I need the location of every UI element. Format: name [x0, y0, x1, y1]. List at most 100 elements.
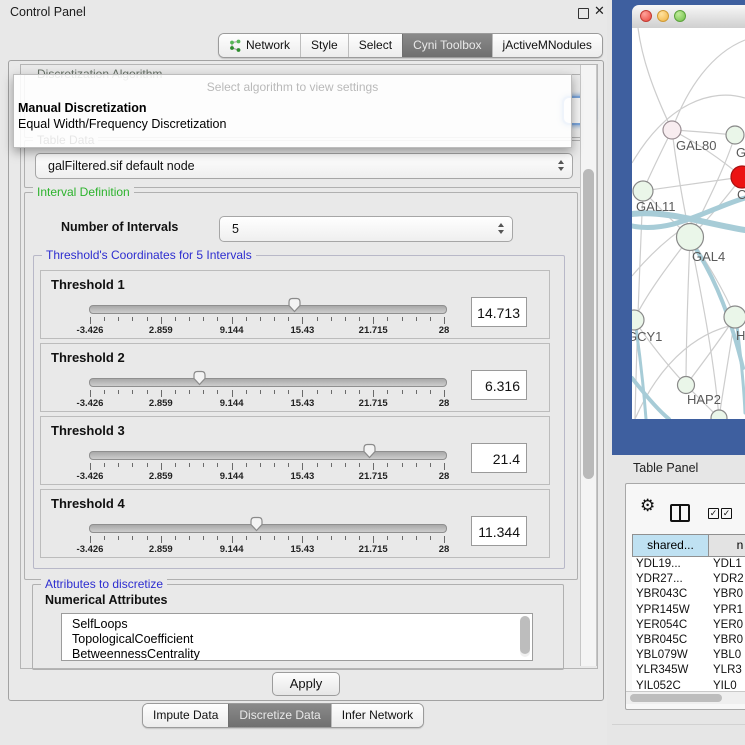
tick-mark	[246, 317, 247, 321]
tick-mark	[288, 390, 289, 394]
network-window-titlebar[interactable]	[632, 5, 745, 29]
tick-mark	[147, 463, 148, 467]
table-row[interactable]: YBL079WYBL0	[632, 648, 745, 663]
table-data-combobox[interactable]: galFiltered.sif default node	[35, 153, 573, 179]
threshold-slider-track[interactable]	[89, 305, 447, 314]
tick-mark	[402, 463, 403, 467]
threshold-value-field[interactable]: 21.4	[471, 443, 527, 473]
threshold-slider-thumb[interactable]	[249, 516, 264, 532]
tab-infer-network[interactable]: Infer Network	[331, 704, 423, 727]
divider	[612, 724, 745, 725]
tab-label: Style	[311, 34, 338, 57]
cell-shared-name: YBR043C	[632, 587, 709, 602]
table-row[interactable]: YPR145WYPR1	[632, 603, 745, 618]
cell-shared-name: YDL19...	[632, 557, 709, 572]
list-item[interactable]: TopologicalCoefficient	[62, 632, 532, 647]
tab-discretize-data[interactable]: Discretize Data	[228, 704, 330, 727]
apply-button[interactable]: Apply	[272, 672, 340, 696]
checkbox-icon[interactable]: ✓	[721, 508, 732, 519]
network-node[interactable]	[632, 310, 644, 330]
attributes-group-title: Attributes to discretize	[41, 577, 167, 591]
table-row[interactable]: YBR045CYBR0	[632, 633, 745, 648]
tab-network[interactable]: Network	[219, 34, 300, 57]
tick-mark	[118, 463, 119, 467]
tick-label: 9.144	[220, 398, 244, 409]
attributes-scrollbar[interactable]	[520, 616, 530, 657]
list-item[interactable]: BetweennessCentrality	[62, 647, 532, 661]
threshold-slider-track[interactable]	[89, 378, 447, 387]
checkbox-icon[interactable]: ✓	[708, 508, 719, 519]
table-row[interactable]: YIL052CYIL0	[632, 679, 745, 692]
dropdown-option[interactable]: Equal Width/Frequency Discretization	[14, 116, 571, 132]
network-node[interactable]	[678, 377, 695, 394]
table-row[interactable]: YBR043CYBR0	[632, 587, 745, 602]
threshold-slider-track[interactable]	[89, 524, 447, 533]
number-of-intervals-combobox[interactable]: 5	[219, 216, 513, 242]
tick-mark	[359, 463, 360, 467]
table-row[interactable]: YER054CYER0	[632, 618, 745, 633]
tick-mark	[331, 536, 332, 540]
number-of-intervals-value: 5	[232, 222, 239, 236]
network-tab-icon	[229, 39, 242, 52]
zoom-traffic-light[interactable]	[674, 10, 686, 22]
table-hscrollbar-thumb[interactable]	[630, 694, 722, 702]
tick-mark	[189, 536, 190, 540]
network-canvas[interactable]: GAL80GACGAL11GAL4GCY1HHAP2	[632, 28, 745, 419]
table-hscrollbar[interactable]	[626, 691, 745, 704]
tick-mark	[444, 390, 445, 397]
settings-scrollbar[interactable]	[580, 65, 597, 666]
tab-impute-data[interactable]: Impute Data	[143, 704, 228, 727]
tick-mark	[345, 463, 346, 467]
threshold-slider-thumb[interactable]	[362, 443, 377, 459]
settings-scrollbar-thumb[interactable]	[583, 169, 594, 479]
network-node[interactable]	[633, 181, 653, 201]
tick-mark	[302, 463, 303, 470]
tab-style[interactable]: Style	[300, 34, 348, 57]
threshold-slider-thumb[interactable]	[287, 297, 302, 313]
tick-mark	[189, 317, 190, 321]
network-node[interactable]	[726, 126, 744, 144]
attribute-items: SelfLoopsTopologicalCoefficientBetweenne…	[62, 617, 532, 661]
tab-cyni-toolbox[interactable]: Cyni Toolbox	[402, 34, 491, 57]
column-layout-icon[interactable]	[670, 504, 690, 522]
tick-mark	[118, 317, 119, 321]
close-icon[interactable]: ✕	[594, 3, 605, 19]
tick-mark	[90, 463, 91, 470]
dropdown-option[interactable]: Manual Discretization	[14, 100, 571, 116]
attributes-scrollbar-thumb[interactable]	[520, 616, 530, 654]
table-row[interactable]: YLR345WYLR3	[632, 663, 745, 678]
tab-select[interactable]: Select	[348, 34, 402, 57]
threshold-slider-track[interactable]	[89, 451, 447, 460]
column-header-name[interactable]: n	[709, 534, 745, 557]
column-header-shared-name[interactable]: shared...	[632, 534, 709, 557]
tick-mark	[104, 390, 105, 394]
network-node[interactable]	[724, 306, 745, 328]
close-traffic-light[interactable]	[640, 10, 652, 22]
threshold-value-field[interactable]: 6.316	[471, 370, 527, 400]
gear-icon[interactable]: ⚙	[640, 496, 655, 516]
tick-label: 28	[439, 398, 450, 409]
network-node[interactable]	[663, 121, 681, 139]
tick-mark	[331, 463, 332, 467]
threshold-value-field[interactable]: 14.713	[471, 297, 527, 327]
threshold-slider-thumb[interactable]	[192, 370, 207, 386]
cell-shared-name: YDR27...	[632, 572, 709, 587]
tick-mark	[232, 463, 233, 470]
tick-label: 2.859	[149, 471, 173, 482]
float-window-icon[interactable]	[578, 8, 589, 19]
tick-mark	[430, 536, 431, 540]
tab-jactivemnodules[interactable]: jActiveMNodules	[492, 34, 602, 57]
top-tabs: Network Style SelectCyni ToolboxjActiveMNo…	[218, 33, 603, 58]
tick-mark	[317, 317, 318, 321]
network-node[interactable]	[677, 224, 704, 251]
numerical-attributes-list[interactable]: SelfLoopsTopologicalCoefficientBetweenne…	[61, 613, 533, 661]
minimize-traffic-light[interactable]	[657, 10, 669, 22]
threshold-value-field[interactable]: 11.344	[471, 516, 527, 546]
tick-mark	[161, 390, 162, 397]
table-row[interactable]: YDL19...YDL1	[632, 557, 745, 572]
tick-mark	[345, 317, 346, 321]
table-row[interactable]: YDR27...YDR2	[632, 572, 745, 587]
tick-label: 9.144	[220, 544, 244, 555]
network-node[interactable]	[711, 410, 727, 419]
list-item[interactable]: SelfLoops	[62, 617, 532, 632]
